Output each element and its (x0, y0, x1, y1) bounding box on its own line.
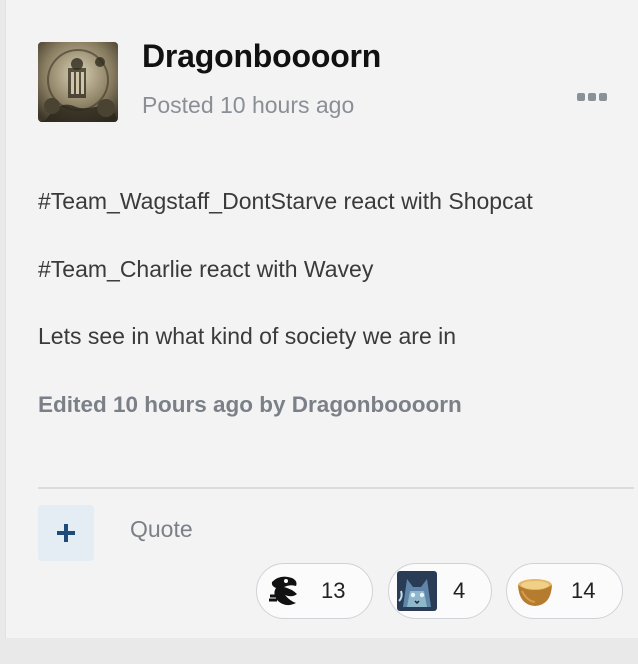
post-line: #Team_Wagstaff_DontStarve react with Sho… (38, 188, 533, 214)
plus-icon (57, 524, 75, 542)
reaction-wavey[interactable]: 4 (388, 563, 492, 619)
shopcat-emoji-icon (263, 569, 307, 613)
quote-button[interactable]: Quote (130, 516, 193, 543)
avatar-image (38, 42, 118, 122)
reaction-bowl[interactable]: 14 (506, 563, 623, 619)
wavey-cat-emoji-icon (395, 569, 439, 613)
author-avatar[interactable] (38, 42, 118, 122)
more-dots-icon (577, 93, 585, 101)
bowl-emoji-icon (513, 569, 557, 613)
reaction-count: 14 (571, 578, 596, 603)
post-line: Lets see in what kind of society we are … (38, 323, 457, 349)
reaction-count: 13 (321, 578, 346, 603)
author-name[interactable]: Dragonboooorn (142, 38, 381, 75)
post-timestamp[interactable]: Posted 10 hours ago (142, 92, 354, 119)
reaction-count: 4 (453, 578, 466, 603)
add-reaction-button[interactable] (38, 505, 94, 561)
divider (38, 487, 634, 489)
more-options-button[interactable] (572, 86, 612, 108)
reaction-shopcat[interactable]: 13 (256, 563, 373, 619)
edited-note: Edited 10 hours ago by Dragonboooorn (38, 392, 462, 417)
page-background (0, 638, 638, 664)
post-line: #Team_Charlie react with Wavey (38, 256, 374, 282)
post-card: Dragonboooorn Posted 10 hours ago #Team_… (5, 0, 638, 638)
